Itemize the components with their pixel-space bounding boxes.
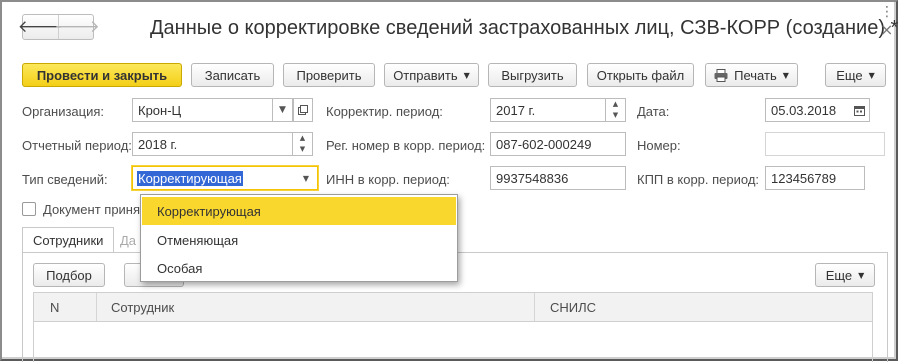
date-label: Дата: [637,104,670,119]
calendar-button[interactable] [850,98,870,122]
org-label: Организация: [22,104,105,119]
post-and-close-label: Провести и закрыть [36,67,168,83]
print-button[interactable]: Печать ▼ [705,63,798,87]
doc-accepted-checkbox[interactable] [22,202,36,216]
dropdown-option[interactable]: Отменяющая [142,226,456,254]
print-label: Печать [734,67,777,83]
open-window-icon [298,105,308,115]
send-button[interactable]: Отправить ▼ [384,63,479,87]
corr-period-field[interactable]: 2017 г. [490,98,606,122]
open-file-label: Открыть файл [596,67,685,83]
inn-label: ИНН в корр. период: [326,172,450,187]
col-employee[interactable]: Сотрудник [111,300,174,315]
tab-employees[interactable]: Сотрудники [22,227,115,253]
dropdown-option[interactable]: Особая [142,254,456,282]
chevron-down-icon: ▼ [279,105,286,115]
org-field[interactable]: Крон-Ц [132,98,273,122]
col-n[interactable]: N [50,300,59,315]
chevron-down-icon: ▼ [858,270,865,280]
period-label: Отчетный период: [22,138,132,153]
type-dropdown-list: Корректирующая Отменяющая Особая [140,194,458,282]
open-file-button[interactable]: Открыть файл [587,63,694,87]
more-label: Еще [836,67,863,83]
col-separator [534,293,535,321]
forward-arrow-icon[interactable]: 🡒 [54,15,100,39]
check-label: Проверить [296,67,362,83]
save-button[interactable]: Записать [191,63,274,87]
send-label: Отправить [393,67,458,83]
panel-border-left [22,252,23,362]
corr-period-spinner[interactable]: ▲ ▼ [606,98,626,122]
spin-down-icon[interactable]: ▼ [293,144,312,155]
kpp-field[interactable]: 123456789 [765,166,865,190]
save-label: Записать [204,67,261,83]
chevron-down-icon: ▼ [868,70,875,80]
spin-down-icon[interactable]: ▼ [606,110,625,121]
spin-up-icon[interactable]: ▲ [293,133,312,144]
export-label: Выгрузить [501,67,564,83]
panel-border-right [887,252,888,362]
table-more-label: Еще [825,267,853,283]
check-button[interactable]: Проверить [283,63,375,87]
export-button[interactable]: Выгрузить [488,63,577,87]
table-more-button[interactable]: Еще ▼ [815,263,875,287]
pick-button[interactable]: Подбор [33,263,105,287]
table-header: N Сотрудник СНИЛС [33,292,873,322]
page-title: Данные о корректировке сведений застрахо… [150,17,898,39]
table-body[interactable] [33,322,873,362]
col-snils[interactable]: СНИЛС [550,300,596,315]
chevron-down-icon: ▼ [782,70,789,80]
inn-field[interactable]: 9937548836 [490,166,626,190]
period-spinner[interactable]: ▲ ▼ [293,132,313,156]
more-actions-icon[interactable]: ⋮ [880,4,894,20]
post-and-close-button[interactable]: Провести и закрыть [22,63,182,87]
period-field[interactable]: 2018 г. [132,132,293,156]
reg-num-label: Рег. номер в корр. период: [326,138,486,153]
printer-icon [714,68,728,82]
org-open-button[interactable] [293,98,313,122]
number-label: Номер: [637,138,681,153]
reg-num-field[interactable]: 087-602-000249 [490,132,626,156]
corr-period-label: Корректир. период: [326,104,443,119]
kpp-label: КПП в корр. период: [637,172,760,187]
nav-group: 🡐 🡒 [18,14,100,40]
col-separator [96,293,97,321]
doc-accepted-label: Документ приня [43,202,141,217]
more-button[interactable]: Еще ▼ [825,63,886,87]
spin-up-icon[interactable]: ▲ [606,99,625,110]
calendar-icon [854,105,865,116]
number-field[interactable] [765,132,885,156]
chevron-down-icon: ▼ [463,70,470,80]
close-icon[interactable]: × [880,20,893,39]
org-dropdown-button[interactable]: ▼ [273,98,293,122]
chevron-down-icon[interactable]: ▼ [303,174,309,183]
type-label: Тип сведений: [22,172,108,187]
dropdown-option[interactable]: Корректирующая [142,197,456,225]
type-value: Корректирующая [137,170,243,186]
pick-label: Подбор [46,267,92,283]
type-field[interactable]: Корректирующая ▼ [132,166,318,190]
